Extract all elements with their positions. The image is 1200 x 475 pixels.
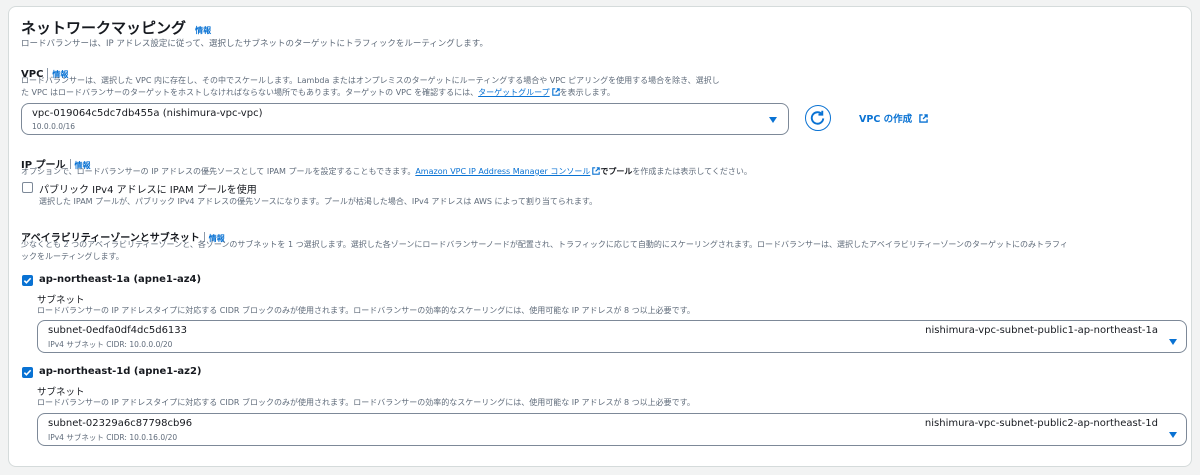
target-group-link[interactable]: ターゲットグループ: [478, 88, 550, 97]
chevron-down-icon: [769, 117, 777, 123]
ipam-checkbox-label: パブリック IPv4 アドレスに IPAM プールを使用: [39, 185, 257, 196]
external-link-icon: [915, 114, 929, 125]
vpc-select-cidr: 10.0.0.0/16: [32, 122, 76, 131]
refresh-icon: [810, 110, 825, 125]
zone-1d-subnet-select[interactable]: subnet-02329a6c87798cb96 IPv4 サブネット CIDR…: [37, 413, 1187, 446]
zone-1a-subnet-label: サブネット: [37, 295, 85, 306]
zone-1d-subnet-name: nishimura-vpc-subnet-public2-ap-northeas…: [924, 418, 1158, 429]
section-description: ロードバランサーは、IP アドレス設定に従って、選択したサブネットのターゲットに…: [21, 39, 488, 49]
zone-1a-subnet-select[interactable]: subnet-0edfa0df4dc5d6133 IPv4 サブネット CIDR…: [37, 320, 1187, 353]
zone-1a-subnet-help: ロードバランサーの IP アドレスタイプに対応する CIDR ブロックのみが使用…: [37, 306, 695, 315]
section-header: ネットワークマッピング 情報: [21, 17, 211, 38]
zone-1d-subnet-help: ロードバランサーの IP アドレスタイプに対応する CIDR ブロックのみが使用…: [37, 398, 695, 407]
zone-1d-subnet-label: サブネット: [37, 387, 85, 398]
az-description-line1: 少なくとも 2 つのアベイラビリティーゾーンと、各ゾーンのサブネットを 1 つ選…: [21, 240, 1068, 249]
external-link-icon: [590, 167, 601, 176]
vpc-description-text-end: を表示します。: [559, 88, 615, 97]
zone-1d-checkbox[interactable]: [22, 367, 33, 378]
zone-1d-label: ap-northeast-1d (apne1-az2): [39, 366, 202, 377]
vpc-description-line1: ロードバランサーは、選択した VPC 内に存在し、その中でスケールします。Lam…: [21, 76, 720, 85]
ipam-description: オプションで、ロードバランサーの IP アドレスの優先ソースとして IPAM プ…: [21, 166, 752, 177]
chevron-down-icon: [1169, 432, 1177, 438]
ipam-console-link[interactable]: Amazon VPC IP Address Manager コンソール: [415, 167, 590, 176]
vpc-description-text: た VPC はロードバランサーのターゲットをホストしなければならない場所でもあり…: [21, 88, 479, 97]
ipam-description-bold: でプール: [600, 167, 633, 176]
az-description-line2: ックをルーティングします。: [21, 252, 124, 261]
zone-1a-subnet-cidr: IPv4 サブネット CIDR: 10.0.0.0/20: [48, 340, 173, 349]
chevron-down-icon: [1169, 339, 1177, 345]
zone-1a-checkbox[interactable]: [22, 275, 33, 286]
ipam-checkbox-help: 選択した IPAM プールが、パブリック IPv4 アドレスの優先ソースになりま…: [39, 197, 598, 206]
zone-1d-subnet-id: subnet-02329a6c87798cb96: [48, 418, 193, 429]
zone-1a-label: ap-northeast-1a (apne1-az4): [39, 274, 202, 285]
ipam-checkbox[interactable]: [22, 182, 33, 193]
refresh-button[interactable]: [805, 105, 831, 131]
vpc-select[interactable]: vpc-019064c5dc7db455a (nishimura-vpc-vpc…: [21, 103, 789, 135]
create-vpc-label: VPC の作成: [859, 114, 913, 125]
network-mapping-panel: ネットワークマッピング 情報 ロードバランサーは、IP アドレス設定に従って、選…: [8, 6, 1192, 467]
section-info-link[interactable]: 情報: [195, 26, 211, 35]
vpc-select-value: vpc-019064c5dc7db455a (nishimura-vpc-vpc…: [32, 108, 263, 119]
ipam-description-end: を作成または表示してください。: [632, 167, 752, 176]
section-title: ネットワークマッピング: [21, 19, 187, 37]
zone-1a-subnet-id: subnet-0edfa0df4dc5d6133: [48, 325, 188, 336]
external-link-icon: [550, 88, 560, 97]
checkmark-icon: [23, 369, 32, 376]
create-vpc-link[interactable]: VPC の作成: [859, 111, 929, 125]
zone-1a-subnet-name: nishimura-vpc-subnet-public1-ap-northeas…: [925, 325, 1158, 336]
zone-1d-subnet-cidr: IPv4 サブネット CIDR: 10.0.16.0/20: [48, 433, 178, 442]
checkmark-icon: [23, 277, 32, 284]
ipam-description-text: オプションで、ロードバランサーの IP アドレスの優先ソースとして IPAM プ…: [21, 167, 416, 176]
vpc-description-line2: た VPC はロードバランサーのターゲットをホストしなければならない場所でもあり…: [21, 87, 615, 98]
